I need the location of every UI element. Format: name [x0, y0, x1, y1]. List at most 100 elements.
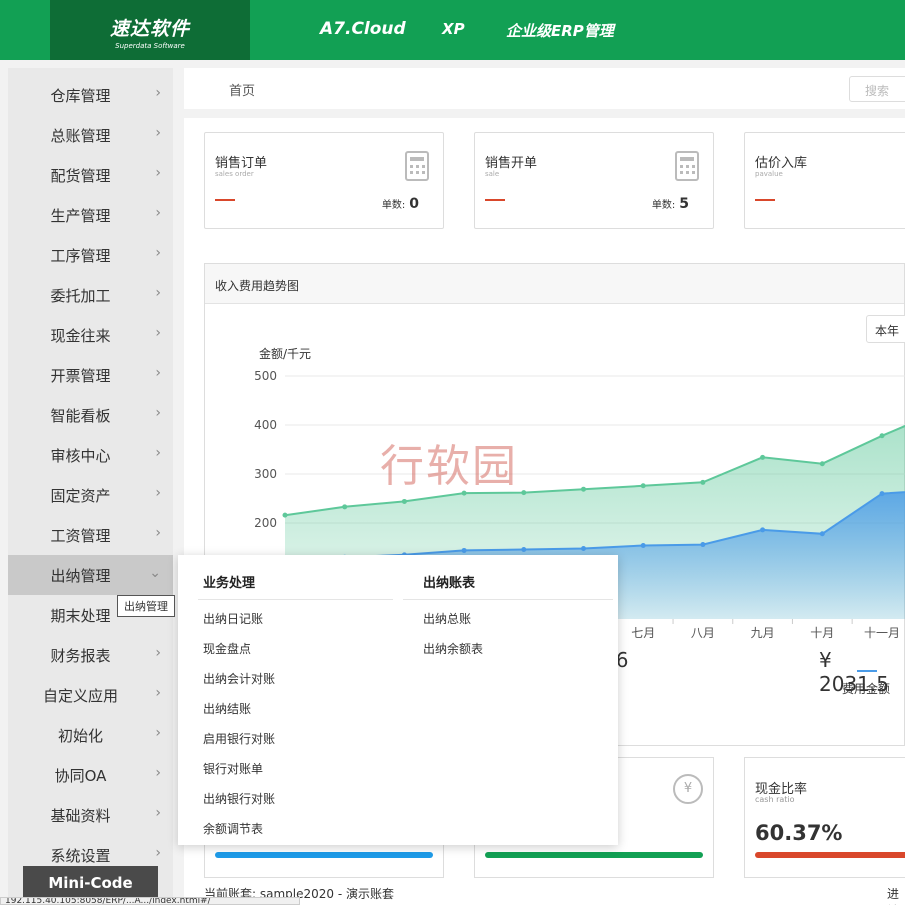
sidebar-item-14[interactable]: 财务报表 ›: [8, 635, 173, 675]
chevron-right-icon: ›: [155, 245, 161, 261]
sidebar-item-16[interactable]: 初始化 ›: [8, 715, 173, 755]
sidebar-item-9[interactable]: 审核中心 ›: [8, 435, 173, 475]
sidebar-item-17[interactable]: 协同OA ›: [8, 755, 173, 795]
data-point: [700, 479, 706, 485]
flyout-menu-item[interactable]: 银行对账单: [203, 760, 263, 777]
x-tick-label: 七月: [631, 626, 655, 640]
sidebar-item-4[interactable]: 工序管理 ›: [8, 235, 173, 275]
data-point: [819, 461, 825, 467]
data-point: [879, 491, 885, 497]
nav-erp[interactable]: 企业级ERP管理: [506, 20, 614, 41]
data-point: [640, 543, 646, 549]
sidebar-item-15[interactable]: 自定义应用 ›: [8, 675, 173, 715]
card-title: 销售开单: [485, 156, 538, 171]
search-input[interactable]: 搜索: [849, 76, 905, 102]
expense-total-label: 费用金额: [842, 682, 891, 696]
logo[interactable]: 速达软件 Superdata Software: [50, 0, 250, 60]
cashier-flyout-menu: 业务处理 出纳账表 出纳日记账现金盘点出纳会计对账 出纳结账启用银行对账 银行对账单…: [178, 555, 618, 845]
sidebar-item-8[interactable]: 智能看板 ›: [8, 395, 173, 435]
sidebar-item-2[interactable]: 配货管理 ›: [8, 155, 173, 195]
kpi-bar: [755, 852, 905, 858]
chevron-right-icon: ›: [155, 285, 161, 301]
data-point: [640, 483, 646, 489]
sidebar-item-18[interactable]: 基础资料 ›: [8, 795, 173, 835]
sidebar-item-label: 出纳管理: [50, 567, 111, 585]
sidebar-item-label: 工资管理: [50, 527, 111, 545]
flyout-menu-item[interactable]: 出纳结账: [203, 700, 251, 717]
data-point: [401, 498, 407, 504]
top-bar: 速达软件 Superdata Software A7.Cloud XP 企业级E…: [0, 0, 905, 60]
flyout-divider: [403, 599, 613, 600]
sidebar-item-label: 协同OA: [54, 767, 107, 785]
chevron-right-icon: ›: [155, 685, 161, 701]
expense-legend-line: [857, 670, 877, 672]
sidebar-item-label: 基础资料: [50, 807, 111, 825]
sidebar-item-11[interactable]: 工资管理 ›: [8, 515, 173, 555]
sidebar-item-7[interactable]: 开票管理 ›: [8, 355, 173, 395]
flyout-head-business: 业务处理: [203, 576, 256, 591]
card-subtitle: sale: [485, 170, 500, 178]
kpi-value: 60.37%: [755, 821, 843, 845]
card-accent-line: [485, 199, 505, 201]
sidebar-item-label: 固定资产: [50, 487, 111, 505]
flyout-menu-item[interactable]: 出纳银行对账: [203, 790, 275, 807]
sidebar-item-6[interactable]: 现金往来 ›: [8, 315, 173, 355]
chevron-right-icon: ›: [155, 125, 161, 141]
card-sales-invoice[interactable]: 销售开单 sale 单数: 5: [474, 132, 714, 229]
chevron-right-icon: ›: [155, 205, 161, 221]
kpi-cash-ratio[interactable]: 现金比率 cash ratio 60.37%: [744, 757, 905, 878]
chevron-right-icon: ›: [155, 445, 161, 461]
sidebar-item-12[interactable]: 出纳管理 ⌄: [8, 555, 173, 595]
sidebar-item-label: 自定义应用: [42, 687, 118, 705]
watermark: 行软园: [380, 441, 518, 492]
nav-a7-cloud[interactable]: A7.Cloud: [320, 19, 406, 39]
flyout-head-reports: 出纳账表: [423, 576, 476, 591]
y-tick-label: 300: [254, 467, 277, 481]
chevron-right-icon: ›: [155, 85, 161, 101]
flyout-menu-item[interactable]: 出纳日记账: [203, 610, 263, 627]
card-sales-order[interactable]: 销售订单 sales order 单数: 0: [204, 132, 444, 229]
chevron-right-icon: ›: [155, 725, 161, 741]
card-count: 单数: 0: [381, 196, 419, 212]
sidebar-item-label: 财务报表: [50, 647, 111, 665]
card-valuation-inbound[interactable]: 估价入库 pavalue: [744, 132, 905, 229]
sidebar-item-label: 开票管理: [50, 367, 111, 385]
data-point: [521, 490, 527, 496]
breadcrumb-home[interactable]: 首页: [229, 80, 255, 99]
nav-xp[interactable]: XP: [442, 20, 465, 38]
sidebar-item-label: 系统设置: [50, 847, 111, 865]
sidebar-item-3[interactable]: 生产管理 ›: [8, 195, 173, 235]
sidebar-item-5[interactable]: 委托加工 ›: [8, 275, 173, 315]
chevron-down-icon: ⌄: [149, 565, 161, 581]
data-point: [760, 454, 766, 460]
y-tick-label: 400: [254, 418, 277, 432]
flyout-menu-item[interactable]: 出纳总账: [423, 610, 471, 627]
chevron-right-icon: ›: [155, 165, 161, 181]
sidebar-item-1[interactable]: 总账管理 ›: [8, 115, 173, 155]
card-title: 销售订单: [215, 156, 268, 171]
kpi-bar: [485, 852, 703, 858]
data-point: [879, 433, 885, 439]
breadcrumb-bar: 首页 搜索: [184, 68, 905, 109]
sidebar-item-10[interactable]: 固定资产 ›: [8, 475, 173, 515]
footer-right-text: 进销: [887, 887, 900, 905]
flyout-menu-item[interactable]: 现金盘点: [203, 640, 251, 657]
y-axis-label: 金额/千元: [259, 346, 311, 361]
sidebar-item-label: 初始化: [57, 727, 103, 745]
flyout-menu-item[interactable]: 启用银行对账: [203, 730, 275, 747]
logo-subtext: Superdata Software: [115, 42, 185, 50]
data-point: [282, 512, 288, 518]
card-subtitle: pavalue: [755, 170, 783, 178]
sidebar-item-0[interactable]: 仓库管理 ›: [8, 75, 173, 115]
flyout-menu-item[interactable]: 余额调节表: [203, 820, 263, 837]
chart-header: 收入费用趋势图: [205, 264, 904, 304]
sidebar-item-label: 仓库管理: [50, 87, 111, 105]
flyout-menu-item[interactable]: 出纳余额表: [423, 640, 483, 657]
x-tick-label: 十一月: [864, 626, 900, 640]
chevron-right-icon: ›: [155, 405, 161, 421]
flyout-menu-item[interactable]: 出纳会计对账: [203, 670, 275, 687]
chevron-right-icon: ›: [155, 325, 161, 341]
data-point: [581, 545, 586, 551]
sidebar-item-label: 现金往来: [50, 327, 111, 345]
data-point: [461, 547, 467, 553]
